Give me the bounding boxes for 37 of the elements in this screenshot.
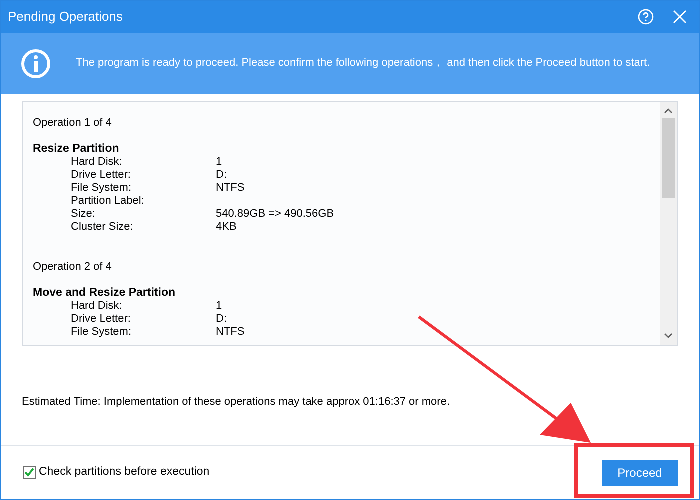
field-label: File System: <box>71 182 133 195</box>
field-value: 1 <box>216 300 222 313</box>
operation-name: Move and Resize Partition <box>33 287 177 300</box>
operation-name: Resize Partition <box>33 143 120 156</box>
field-value: NTFS <box>216 326 245 339</box>
operation-counter: Operation 2 of 4 <box>33 261 113 274</box>
close-button[interactable] <box>671 8 689 26</box>
help-icon <box>638 9 654 25</box>
estimated-time: Estimated Time: Implementation of these operations may take approx 01:16:37 or more. <box>22 395 452 410</box>
scrollbar[interactable] <box>660 102 677 345</box>
operation-counter: Operation 1 of 4 <box>33 117 113 130</box>
field-label: Drive Letter: <box>71 169 132 182</box>
field-label: Cluster Size: <box>71 221 134 234</box>
checkbox[interactable] <box>23 466 36 479</box>
field-value: D: <box>216 313 227 326</box>
window-title: Pending Operations <box>8 8 124 26</box>
field-label: Hard Disk: <box>71 156 124 169</box>
field-label: Size: <box>71 208 96 221</box>
checkbox-label: Check partitions before execution <box>39 464 210 480</box>
field-label: File System: <box>71 326 133 339</box>
field-value: 540.89GB => 490.56GB <box>216 208 334 221</box>
scroll-down-icon[interactable] <box>664 333 673 339</box>
field-label: Drive Letter: <box>71 313 132 326</box>
proceed-button[interactable]: Proceed <box>602 460 678 486</box>
info-icon <box>21 48 51 78</box>
field-value: 4KB <box>216 221 237 234</box>
close-icon <box>673 10 687 24</box>
field-label: Hard Disk: <box>71 300 124 313</box>
field-value: D: <box>216 169 227 182</box>
scroll-up-icon[interactable] <box>664 108 673 114</box>
field-value: 1 <box>216 156 222 169</box>
banner-message: The program is ready to proceed. Please confirm the following operations， and then click the Proceed button to start. <box>76 56 650 72</box>
help-button[interactable] <box>637 8 655 26</box>
field-label: Partition Label: <box>71 195 146 208</box>
scroll-thumb[interactable] <box>662 118 675 198</box>
checkmark-icon <box>24 467 35 478</box>
field-value: NTFS <box>216 182 245 195</box>
